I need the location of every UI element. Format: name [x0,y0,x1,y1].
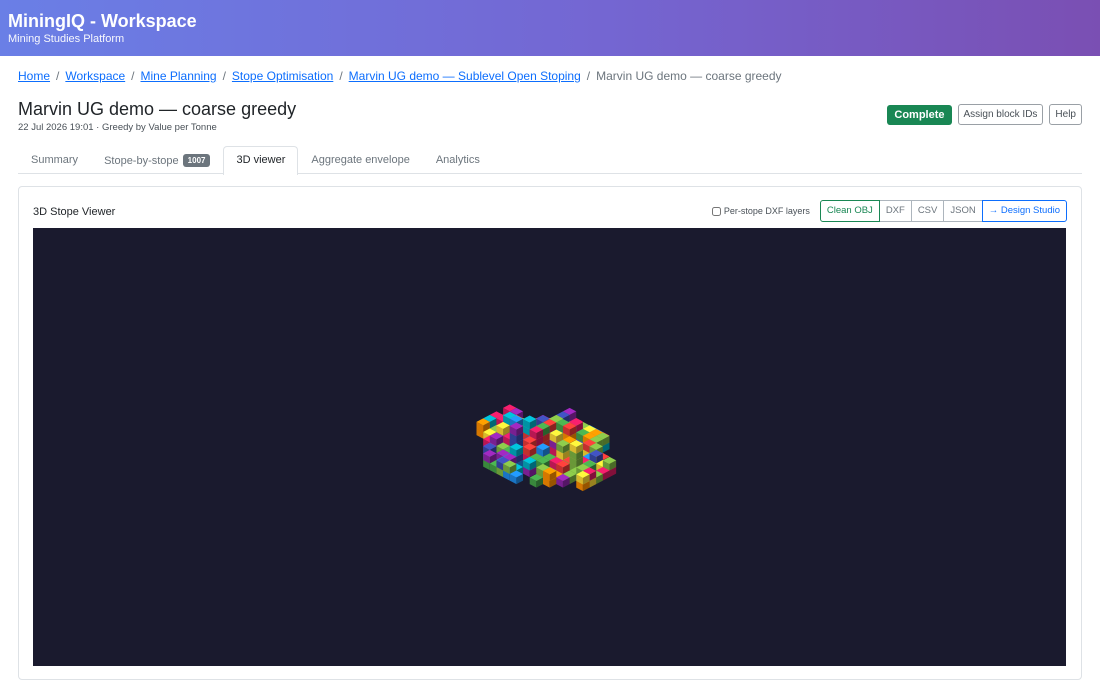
status-badge: Complete [887,104,952,125]
viewer-title: 3D Stope Viewer [33,206,116,218]
breadcrumb-project[interactable]: Marvin UG demo — Sublevel Open Stoping [349,69,581,83]
dxf-layers-label: Per-stope DXF layers [723,206,810,216]
tab-aggregate-envelope[interactable]: Aggregate envelope [298,146,422,173]
app-subtitle: Mining Studies Platform [8,33,125,45]
breadcrumb: Home / Workspace / Mine Planning / Stope Optim… [18,69,1082,85]
dxf-layers-checkbox[interactable] [711,206,721,216]
tab-summary[interactable]: Summary [18,146,91,173]
tab-label: Analytics [435,154,480,166]
breadcrumb-mine-planning[interactable]: Mine Planning [141,69,217,83]
help-button[interactable]: Help [1049,104,1082,125]
stope-count-badge: 1007 [182,154,211,167]
breadcrumb-separator: / [56,69,60,83]
assign-block-ids-button[interactable]: Assign block IDs [957,104,1044,125]
stope-model [476,404,617,492]
breadcrumb-home[interactable]: Home [18,69,50,83]
tab-label: Stope-by-stope [104,155,179,167]
design-studio-button[interactable]: → Design Studio [981,200,1067,222]
tab-stope-by-stope[interactable]: Stope-by-stope 1007 [91,146,223,173]
breadcrumb-separator: / [131,69,135,83]
app-header: MiningIQ - Workspace Mining Studies Plat… [0,0,1100,56]
breadcrumb-separator: / [222,69,226,83]
page-header: Marvin UG demo — coarse greedy 22 Jul 20… [18,98,1082,144]
tab-label: 3D viewer [236,154,286,166]
viewer-card: 3D Stope Viewer Per-stope DXF layers Cle… [18,186,1082,680]
tab-analytics[interactable]: Analytics [423,146,493,173]
breadcrumb-separator: / [339,69,343,83]
dxf-layers-option[interactable]: Per-stope DXF layers [711,206,810,216]
breadcrumb-current: Marvin UG demo — coarse greedy [596,69,782,83]
export-dxf-button[interactable]: DXF [878,200,912,222]
export-button-group: Clean OBJ DXF CSV JSON → Design Studio [819,200,1067,222]
viewer-card-header: 3D Stope Viewer Per-stope DXF layers Cle… [19,187,1081,227]
viewer-tools: Per-stope DXF layers Clean OBJ DXF CSV J… [711,200,1067,222]
tab-label: Aggregate envelope [311,154,410,166]
breadcrumb-separator: / [586,69,591,83]
export-csv-button[interactable]: CSV [910,200,945,222]
tab-3d-viewer[interactable]: 3D viewer [223,146,299,175]
export-clean-obj-button[interactable]: Clean OBJ [819,200,880,222]
tab-label: Summary [31,154,79,166]
breadcrumb-stope-optimisation[interactable]: Stope Optimisation [232,69,333,83]
3d-viewport[interactable] [33,228,1066,666]
tab-bar: Summary Stope-by-stope 1007 3D viewer Agg… [18,146,1082,175]
header-actions: Complete Assign block IDs Help [887,104,1082,125]
export-json-button[interactable]: JSON [943,200,983,222]
breadcrumb-workspace[interactable]: Workspace [65,69,125,83]
app-title: MiningIQ - Workspace [8,11,197,31]
